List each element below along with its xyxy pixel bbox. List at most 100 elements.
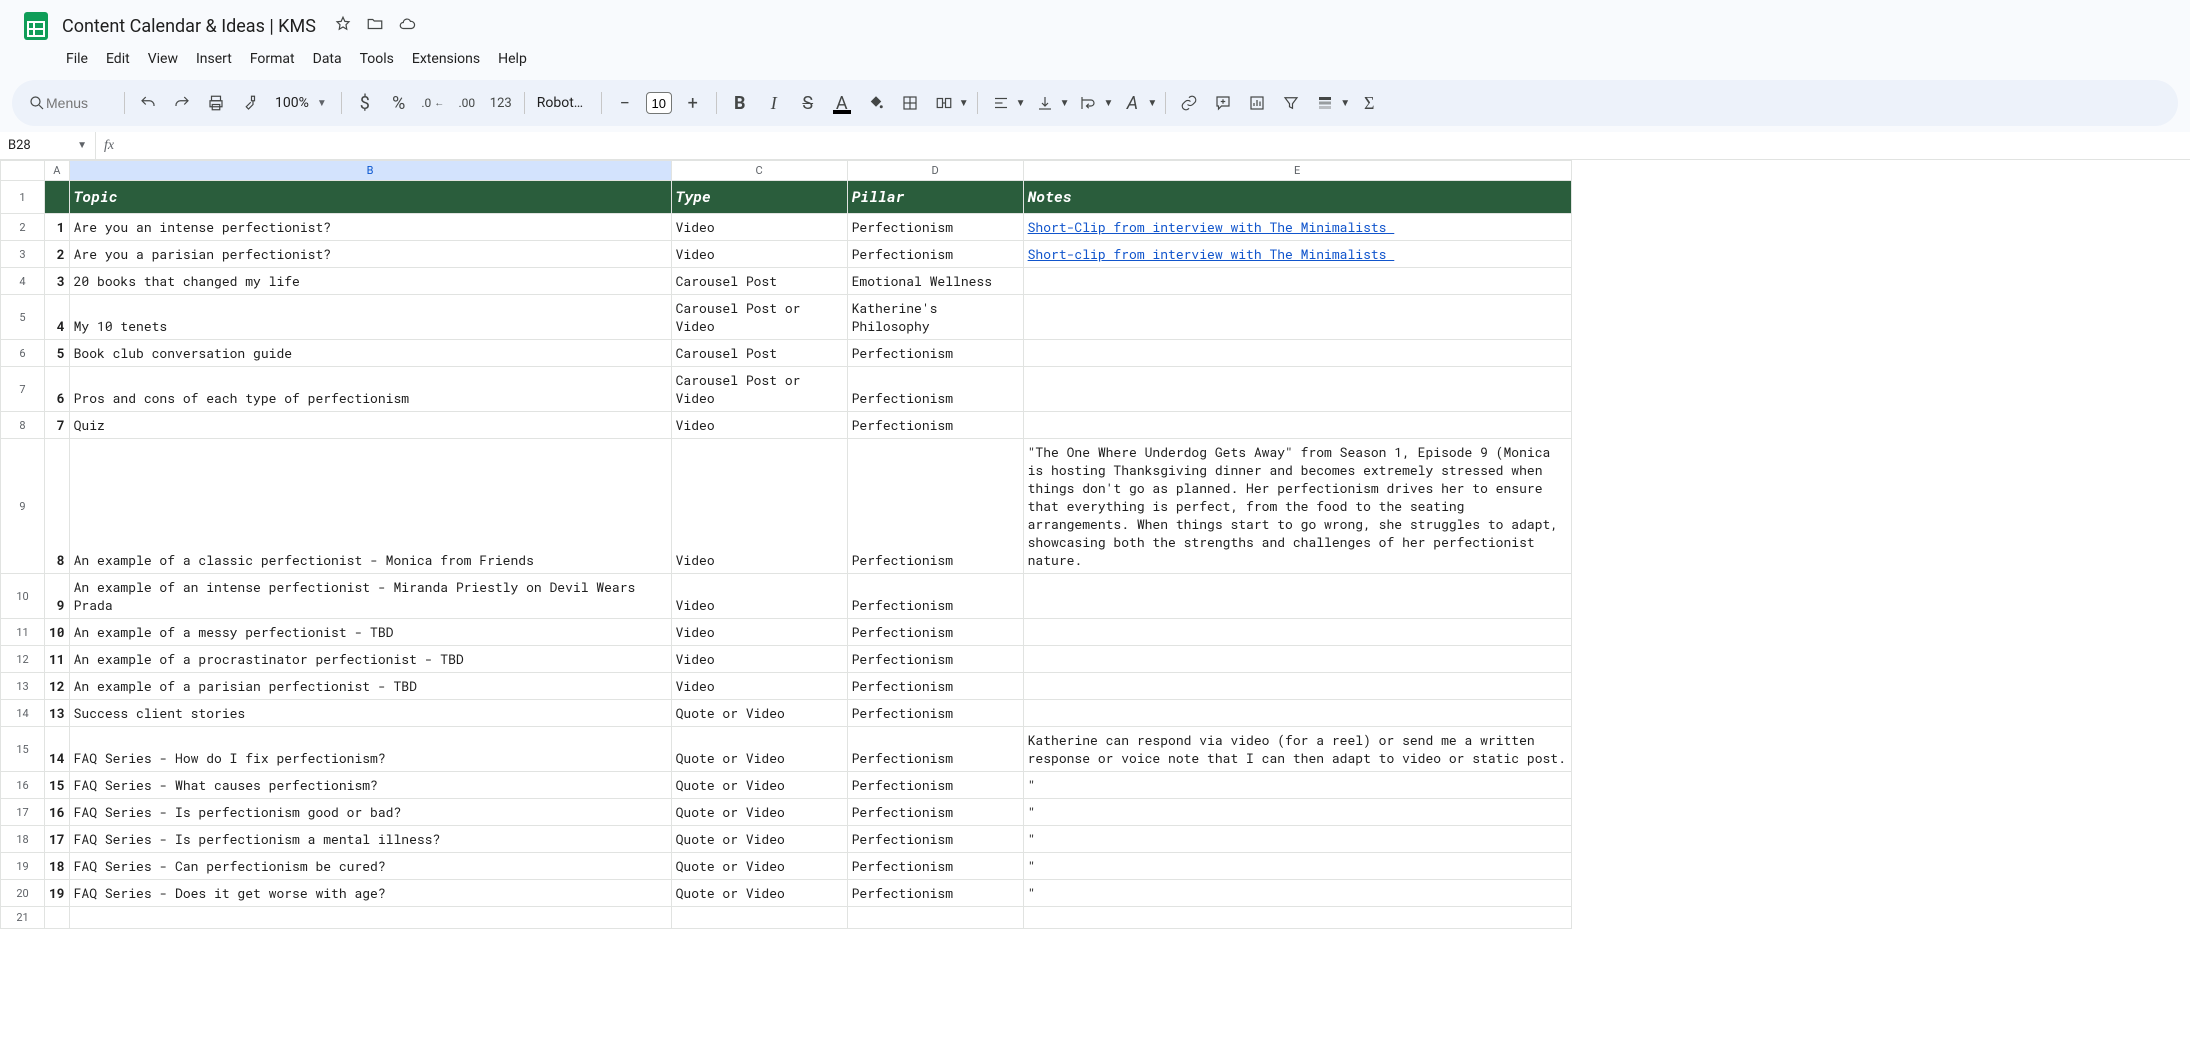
name-box[interactable]: B28 ▼ xyxy=(0,132,96,159)
cell-E20[interactable]: " xyxy=(1023,880,1571,907)
cell-E15[interactable]: Katherine can respond via video (for a r… xyxy=(1023,727,1571,772)
cell-D19[interactable]: Perfectionism xyxy=(847,853,1023,880)
row-header-9[interactable]: 9 xyxy=(1,439,45,574)
row-header-16[interactable]: 16 xyxy=(1,772,45,799)
cell-C14[interactable]: Quote or Video xyxy=(671,700,847,727)
cell-A17[interactable]: 16 xyxy=(45,799,70,826)
header-cell-C[interactable]: Type xyxy=(671,181,847,214)
cell-E4[interactable] xyxy=(1023,268,1571,295)
cell-D18[interactable]: Perfectionism xyxy=(847,826,1023,853)
cell-A9[interactable]: 8 xyxy=(45,439,70,574)
cell-E8[interactable] xyxy=(1023,412,1571,439)
print-button[interactable] xyxy=(201,88,231,118)
cell-D9[interactable]: Perfectionism xyxy=(847,439,1023,574)
row-header-17[interactable]: 17 xyxy=(1,799,45,826)
cell-C9[interactable]: Video xyxy=(671,439,847,574)
cell-C12[interactable]: Video xyxy=(671,646,847,673)
row-header-12[interactable]: 12 xyxy=(1,646,45,673)
cell-B3[interactable]: Are you a parisian perfectionist? xyxy=(69,241,671,268)
row-header-3[interactable]: 3 xyxy=(1,241,45,268)
cell-D17[interactable]: Perfectionism xyxy=(847,799,1023,826)
row-header-21[interactable]: 21 xyxy=(1,907,45,929)
cell-A12[interactable]: 11 xyxy=(45,646,70,673)
chevron-down-icon[interactable]: ▼ xyxy=(1060,98,1070,109)
cell-D20[interactable]: Perfectionism xyxy=(847,880,1023,907)
row-header-14[interactable]: 14 xyxy=(1,700,45,727)
row-header-19[interactable]: 19 xyxy=(1,853,45,880)
cell-B18[interactable]: FAQ Series - Is perfectionism a mental i… xyxy=(69,826,671,853)
cell-B21[interactable] xyxy=(69,907,671,929)
cell-C13[interactable]: Video xyxy=(671,673,847,700)
row-header-4[interactable]: 4 xyxy=(1,268,45,295)
cell-C5[interactable]: Carousel Post or Video xyxy=(671,295,847,340)
sheets-logo[interactable] xyxy=(16,6,56,46)
cell-E9[interactable]: "The One Where Underdog Gets Away" from … xyxy=(1023,439,1571,574)
cell-C20[interactable]: Quote or Video xyxy=(671,880,847,907)
cell-B19[interactable]: FAQ Series - Can perfectionism be cured? xyxy=(69,853,671,880)
row-header-6[interactable]: 6 xyxy=(1,340,45,367)
cell-A21[interactable] xyxy=(45,907,70,929)
star-icon[interactable] xyxy=(334,15,352,37)
row-header-15[interactable]: 15 xyxy=(1,727,45,772)
percent-button[interactable]: % xyxy=(384,88,414,118)
cell-B9[interactable]: An example of a classic perfectionist - … xyxy=(69,439,671,574)
text-color-button[interactable]: A xyxy=(827,88,857,118)
doc-title[interactable]: Content Calendar & Ideas | KMS xyxy=(56,14,322,39)
cell-E10[interactable] xyxy=(1023,574,1571,619)
col-header-E[interactable]: E xyxy=(1023,161,1571,181)
comment-button[interactable] xyxy=(1208,88,1238,118)
cell-D2[interactable]: Perfectionism xyxy=(847,214,1023,241)
move-icon[interactable] xyxy=(366,15,384,37)
cell-D14[interactable]: Perfectionism xyxy=(847,700,1023,727)
borders-button[interactable] xyxy=(895,88,925,118)
cell-C6[interactable]: Carousel Post xyxy=(671,340,847,367)
currency-button[interactable]: $ xyxy=(350,88,380,118)
cell-B8[interactable]: Quiz xyxy=(69,412,671,439)
cell-E5[interactable] xyxy=(1023,295,1571,340)
cell-B7[interactable]: Pros and cons of each type of perfection… xyxy=(69,367,671,412)
menu-search[interactable] xyxy=(22,87,116,119)
cell-C21[interactable] xyxy=(671,907,847,929)
zoom-select[interactable]: 100%▼ xyxy=(269,95,333,111)
paint-format-button[interactable] xyxy=(235,88,265,118)
cell-A19[interactable]: 18 xyxy=(45,853,70,880)
cell-D8[interactable]: Perfectionism xyxy=(847,412,1023,439)
rotate-button[interactable]: A xyxy=(1117,88,1147,118)
row-header-20[interactable]: 20 xyxy=(1,880,45,907)
cell-D12[interactable]: Perfectionism xyxy=(847,646,1023,673)
number-format-button[interactable]: 123 xyxy=(486,88,516,118)
menu-view[interactable]: View xyxy=(140,47,186,71)
decrease-decimal-button[interactable]: .0 ← xyxy=(418,88,448,118)
spreadsheet-grid[interactable]: ABCDE1TopicTypePillarNotes21Are you an i… xyxy=(0,160,2190,1064)
decrease-font-button[interactable]: − xyxy=(610,88,640,118)
chevron-down-icon[interactable]: ▼ xyxy=(1340,98,1350,109)
menu-search-input[interactable] xyxy=(46,95,106,111)
h-align-button[interactable] xyxy=(986,88,1016,118)
cell-D15[interactable]: Perfectionism xyxy=(847,727,1023,772)
cell-E13[interactable] xyxy=(1023,673,1571,700)
cell-C8[interactable]: Video xyxy=(671,412,847,439)
row-header-13[interactable]: 13 xyxy=(1,673,45,700)
cell-A10[interactable]: 9 xyxy=(45,574,70,619)
cell-D21[interactable] xyxy=(847,907,1023,929)
merge-button[interactable] xyxy=(929,88,959,118)
menu-extensions[interactable]: Extensions xyxy=(404,47,488,71)
cell-A15[interactable]: 14 xyxy=(45,727,70,772)
cell-C18[interactable]: Quote or Video xyxy=(671,826,847,853)
cell-D16[interactable]: Perfectionism xyxy=(847,772,1023,799)
cell-A20[interactable]: 19 xyxy=(45,880,70,907)
menu-format[interactable]: Format xyxy=(242,47,303,71)
chevron-down-icon[interactable]: ▼ xyxy=(959,98,969,109)
cell-B20[interactable]: FAQ Series - Does it get worse with age? xyxy=(69,880,671,907)
cell-A8[interactable]: 7 xyxy=(45,412,70,439)
cell-D10[interactable]: Perfectionism xyxy=(847,574,1023,619)
cell-D13[interactable]: Perfectionism xyxy=(847,673,1023,700)
cell-E14[interactable] xyxy=(1023,700,1571,727)
row-header-11[interactable]: 11 xyxy=(1,619,45,646)
cell-A2[interactable]: 1 xyxy=(45,214,70,241)
increase-decimal-button[interactable]: .00 xyxy=(452,88,482,118)
row-header-18[interactable]: 18 xyxy=(1,826,45,853)
cell-E7[interactable] xyxy=(1023,367,1571,412)
wrap-button[interactable] xyxy=(1073,88,1103,118)
filter-button[interactable] xyxy=(1276,88,1306,118)
